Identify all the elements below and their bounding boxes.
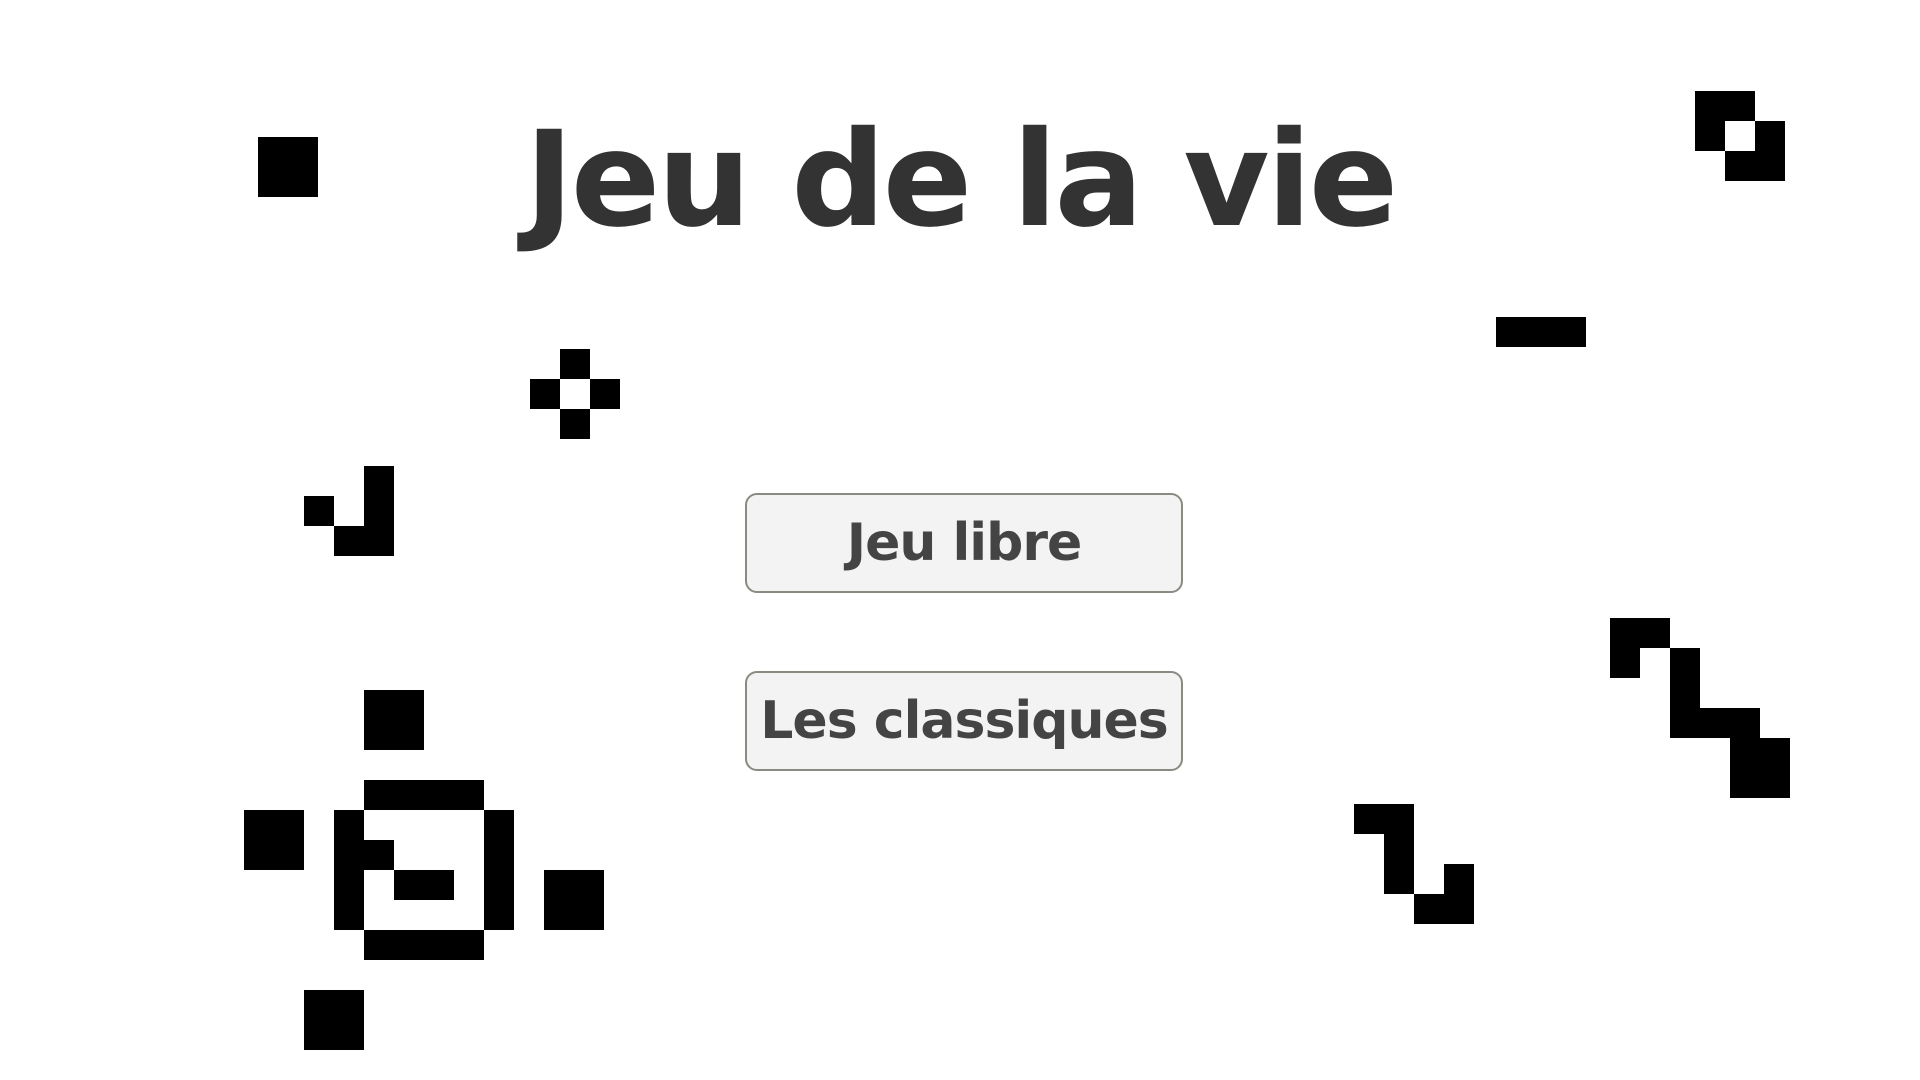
life-cell bbox=[1670, 708, 1700, 738]
life-cell bbox=[1384, 804, 1414, 834]
oscillator-pattern bbox=[244, 690, 604, 1050]
life-cell bbox=[424, 780, 454, 810]
life-cell bbox=[1610, 618, 1640, 648]
life-cell bbox=[574, 900, 604, 930]
life-cell bbox=[334, 840, 364, 870]
life-cell bbox=[304, 1020, 334, 1050]
life-cell bbox=[484, 840, 514, 870]
life-cell bbox=[1760, 768, 1790, 798]
life-cell bbox=[574, 870, 604, 900]
life-cell bbox=[1384, 864, 1414, 894]
life-cell bbox=[1414, 894, 1444, 924]
main-menu-screen: Jeu de la vie Jeu libre Les classiques bbox=[0, 0, 1920, 1080]
life-cell bbox=[1730, 768, 1760, 798]
life-cell bbox=[364, 720, 394, 750]
life-cell bbox=[544, 900, 574, 930]
life-cell bbox=[394, 870, 424, 900]
classics-button[interactable]: Les classiques bbox=[745, 671, 1183, 771]
life-cell bbox=[1670, 648, 1700, 678]
life-cell bbox=[1444, 894, 1474, 924]
life-cell bbox=[424, 870, 454, 900]
life-cell bbox=[334, 1020, 364, 1050]
life-cell bbox=[334, 870, 364, 900]
life-cell bbox=[334, 810, 364, 840]
glider-pattern-b bbox=[304, 466, 394, 556]
life-cell bbox=[484, 810, 514, 840]
life-cell bbox=[1496, 317, 1526, 347]
life-cell bbox=[334, 526, 364, 556]
life-cell bbox=[454, 780, 484, 810]
life-cell bbox=[1760, 738, 1790, 768]
life-cell bbox=[560, 349, 590, 379]
life-cell bbox=[560, 409, 590, 439]
life-cell bbox=[484, 870, 514, 900]
life-cell bbox=[394, 720, 424, 750]
snake-pattern-b bbox=[1354, 804, 1474, 924]
life-cell bbox=[1556, 317, 1586, 347]
life-cell bbox=[364, 690, 394, 720]
life-cell bbox=[334, 900, 364, 930]
life-cell bbox=[334, 990, 364, 1020]
life-cell bbox=[364, 780, 394, 810]
life-cell bbox=[1526, 317, 1556, 347]
life-cell bbox=[364, 466, 394, 496]
life-cell bbox=[484, 900, 514, 930]
life-cell bbox=[304, 990, 334, 1020]
page-title: Jeu de la vie bbox=[524, 103, 1399, 257]
diamond-pattern bbox=[530, 349, 620, 439]
life-cell bbox=[1384, 834, 1414, 864]
life-cell bbox=[530, 379, 560, 409]
life-cell bbox=[1730, 738, 1760, 768]
life-cell bbox=[424, 930, 454, 960]
life-cell bbox=[364, 496, 394, 526]
life-cell bbox=[274, 810, 304, 840]
free-play-button[interactable]: Jeu libre bbox=[745, 493, 1183, 593]
life-cell bbox=[454, 930, 484, 960]
life-cell bbox=[1444, 864, 1474, 894]
life-cell bbox=[544, 870, 574, 900]
life-cell bbox=[304, 496, 334, 526]
life-cell bbox=[1730, 708, 1760, 738]
life-cell bbox=[1354, 804, 1384, 834]
life-cell bbox=[244, 810, 274, 840]
life-cell bbox=[364, 840, 394, 870]
life-cell bbox=[590, 379, 620, 409]
life-cell bbox=[244, 840, 274, 870]
life-cell bbox=[394, 690, 424, 720]
life-cell bbox=[1700, 708, 1730, 738]
life-cell bbox=[394, 780, 424, 810]
life-cell bbox=[394, 930, 424, 960]
snake-pattern-a bbox=[1610, 618, 1790, 798]
life-cell bbox=[1610, 648, 1640, 678]
life-cell bbox=[364, 930, 394, 960]
life-cell bbox=[274, 840, 304, 870]
life-cell bbox=[1640, 618, 1670, 648]
life-cell bbox=[1670, 678, 1700, 708]
life-cell bbox=[364, 526, 394, 556]
blinker-pattern bbox=[1496, 317, 1586, 347]
